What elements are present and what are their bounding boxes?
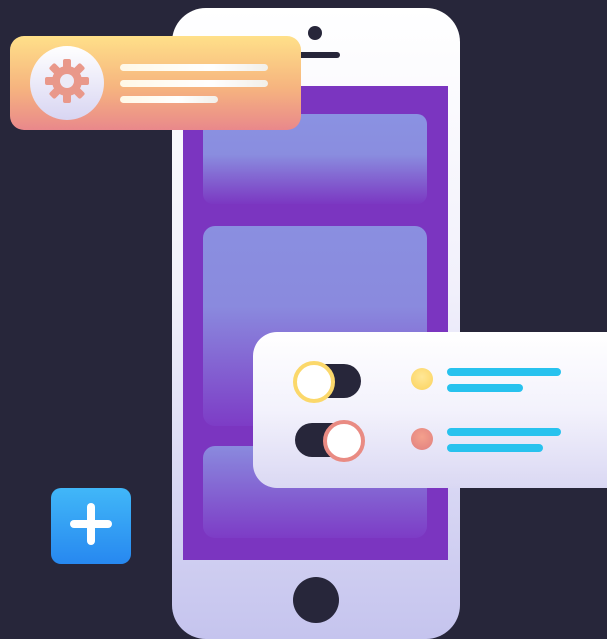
toggle-settings-card — [253, 332, 607, 488]
toggle-knob — [323, 420, 365, 462]
notification-text-line — [120, 96, 218, 103]
setting-text-line — [447, 444, 543, 452]
gear-icon — [43, 57, 91, 110]
setting-text-line — [447, 384, 523, 392]
plus-icon — [66, 499, 116, 554]
settings-notification-card[interactable] — [10, 36, 301, 130]
setting-text-line — [447, 428, 561, 436]
status-dot-coral — [411, 428, 433, 450]
illustration-stage — [0, 0, 607, 639]
toggle-switch-off[interactable] — [293, 361, 361, 403]
toggle-switch-on[interactable] — [295, 420, 365, 462]
add-button[interactable] — [51, 488, 131, 564]
toggle-knob — [293, 361, 335, 403]
phone-screen — [183, 86, 448, 560]
notification-text-line — [120, 80, 268, 87]
gear-badge — [30, 46, 104, 120]
front-camera — [308, 26, 322, 40]
notification-text-line — [120, 64, 268, 71]
home-button[interactable] — [293, 577, 339, 623]
setting-text-line — [447, 368, 561, 376]
status-dot-yellow — [411, 368, 433, 390]
